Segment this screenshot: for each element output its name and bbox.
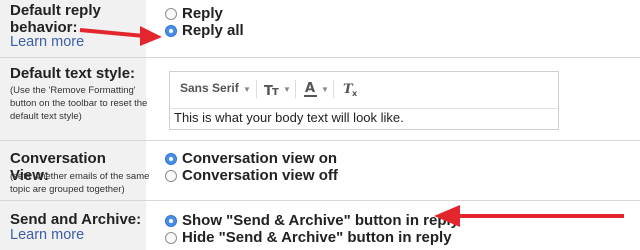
chevron-down-icon: ▼ <box>321 85 329 94</box>
text-style-editor: Sans Serif ▼ TT ▼ A ▼ Tx This is what yo… <box>169 71 559 130</box>
remove-formatting-icon[interactable]: Tx <box>342 80 360 103</box>
show-send-archive-label[interactable]: Show "Send & Archive" button in reply <box>182 212 459 229</box>
conversation-off-radio[interactable] <box>165 170 177 182</box>
svg-text:A: A <box>305 81 315 96</box>
conversation-on-label[interactable]: Conversation view on <box>182 150 337 167</box>
formatting-toolbar: Sans Serif ▼ TT ▼ A ▼ Tx <box>170 72 558 109</box>
reply-all-option-label[interactable]: Reply all <box>182 22 244 39</box>
send-archive-title: Send and Archive: <box>10 211 142 228</box>
body-text-preview[interactable]: This is what your body text will look li… <box>174 110 404 125</box>
text-style-help-1: (Use the 'Remove Formatting' <box>10 85 136 96</box>
text-style-help-2: button on the toolbar to reset the <box>10 98 148 109</box>
annotation-arrow-icon <box>434 205 624 227</box>
conversation-off-label[interactable]: Conversation view off <box>182 167 338 184</box>
text-style-title: Default text style: <box>10 65 136 82</box>
chevron-down-icon: ▼ <box>283 85 291 94</box>
svg-text:T: T <box>272 87 279 98</box>
text-style-help-3: default text style) <box>10 111 82 122</box>
send-archive-learn-more-link[interactable]: Learn more <box>10 227 84 243</box>
reply-all-radio[interactable] <box>165 25 177 37</box>
row-divider <box>0 57 640 58</box>
row-divider <box>0 200 640 201</box>
chevron-down-icon: ▼ <box>243 85 251 94</box>
conversation-help-1: (sets whether emails of the same <box>10 171 150 182</box>
reply-radio[interactable] <box>165 8 177 20</box>
reply-option-label[interactable]: Reply <box>182 5 223 22</box>
reply-learn-more-link[interactable]: Learn more <box>10 34 84 50</box>
text-style-label-cell: Default text style: (Use the 'Remove For… <box>0 58 147 140</box>
toolbar-divider <box>256 80 257 98</box>
reply-title-line1: Default reply <box>10 2 101 19</box>
hide-send-archive-label[interactable]: Hide "Send & Archive" button in reply <box>182 229 452 246</box>
conversation-on-radio[interactable] <box>165 153 177 165</box>
show-send-archive-radio[interactable] <box>165 215 177 227</box>
toolbar-divider <box>333 80 334 98</box>
annotation-arrow-icon <box>79 26 162 46</box>
toolbar-divider <box>295 80 296 98</box>
hide-send-archive-radio[interactable] <box>165 232 177 244</box>
svg-text:x: x <box>352 89 358 98</box>
row-divider <box>0 140 640 141</box>
send-archive-label-cell: Send and Archive: Learn more <box>0 201 146 250</box>
text-size-icon[interactable]: TT <box>264 82 282 101</box>
text-color-icon[interactable]: A <box>304 80 318 103</box>
conversation-label-cell: Conversation View: (sets whether emails … <box>0 141 149 200</box>
font-family-select[interactable]: Sans Serif <box>180 81 239 95</box>
conversation-help-2: topic are grouped together) <box>10 184 125 195</box>
